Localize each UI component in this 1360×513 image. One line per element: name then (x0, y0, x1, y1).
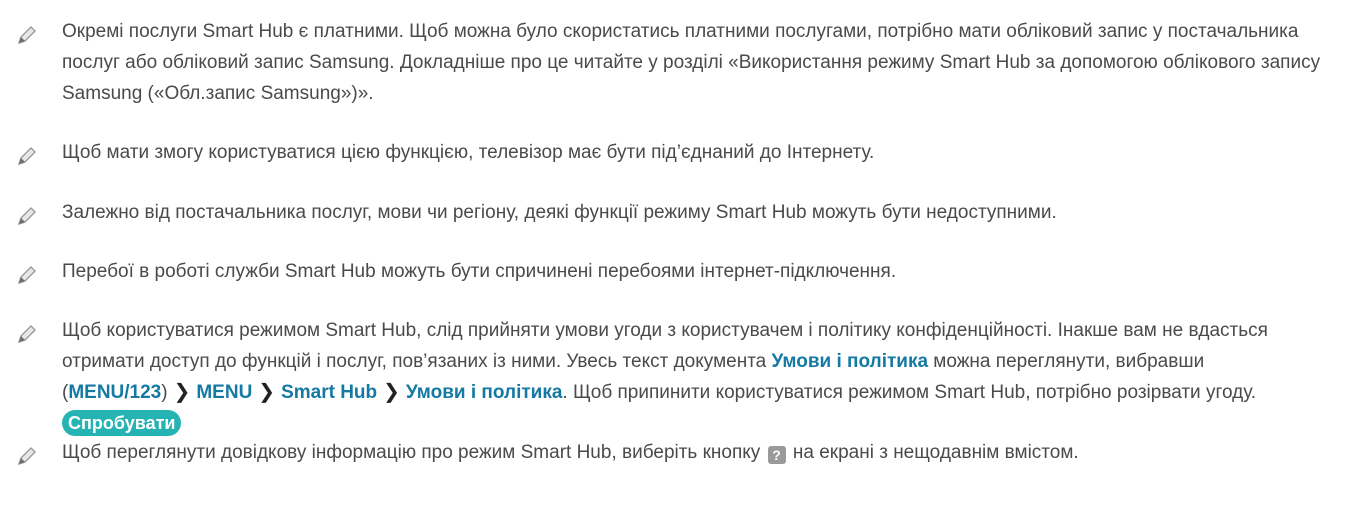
note-text: Щоб мати змогу користуватися цією функці… (62, 142, 875, 163)
note-text-part: . Щоб припинити користуватися режимом Sm… (562, 382, 1257, 403)
pencil-icon (17, 447, 36, 466)
pencil-icon (17, 26, 36, 45)
chevron-right-icon: ❯ (173, 381, 191, 403)
note-text-part: ) (161, 382, 168, 403)
note-text: Перебої в роботі служби Smart Hub можуть… (62, 261, 897, 282)
pencil-icon (17, 325, 36, 344)
chevron-right-icon: ❯ (383, 381, 400, 403)
terms-policy-link[interactable]: Умови і політика (772, 351, 929, 372)
pencil-icon (17, 147, 36, 166)
note-text-part: Щоб переглянути довідкову інформацію про… (62, 442, 766, 463)
path-smart-hub: Smart Hub (281, 382, 378, 403)
chevron-right-icon: ❯ (258, 381, 276, 403)
help-question-icon: ? (767, 446, 786, 464)
pencil-icon (17, 207, 36, 226)
path-terms-policy: Умови і політика (405, 382, 563, 403)
try-now-button[interactable]: Спробувати (62, 410, 182, 436)
note-text: Окремі послуги Smart Hub є платними. Щоб… (62, 21, 1321, 104)
pencil-icon (17, 266, 36, 285)
menu-123-key: MENU/123 (68, 382, 162, 403)
path-menu: MENU (196, 382, 253, 403)
note-text: Щоб користуватися режимом Smart Hub, слі… (62, 315, 1322, 439)
note-text-part: на екрані з нещодавнім вмістом. (787, 442, 1079, 463)
note-text: Щоб переглянути довідкову інформацію про… (62, 437, 1322, 468)
note-text: Залежно від постачальника послуг, мови ч… (62, 202, 1057, 223)
